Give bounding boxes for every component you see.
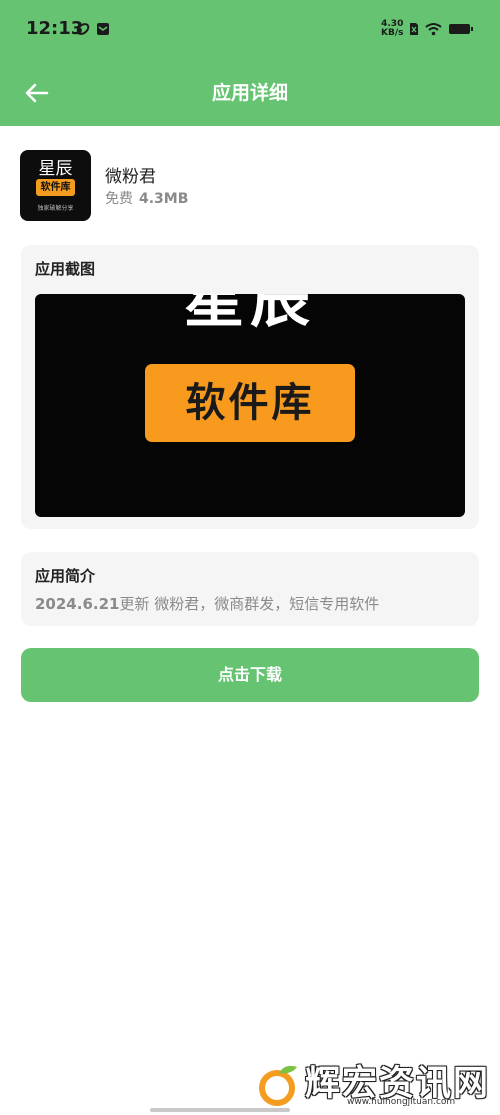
no-sim-icon (410, 23, 418, 35)
watermark: 辉宏资讯网 www.huihongjituan.com (255, 1055, 495, 1111)
orange-logo-icon (259, 1065, 297, 1106)
screenshot-badge: 软件库 (145, 364, 355, 442)
logo-badge: 软件库 (36, 179, 75, 196)
watermark-url: www.huihongjituan.com (347, 1097, 456, 1107)
message-icon (97, 23, 109, 35)
app-notification-icon (76, 23, 90, 35)
network-speed: 4.30 KB/s (381, 20, 403, 38)
intro-date: 2024.6.21 (35, 595, 120, 613)
screenshot-top-text: 星辰 (184, 294, 316, 336)
app-size: 4.3MB (139, 191, 189, 207)
download-button[interactable]: 点击下载 (21, 648, 479, 702)
app-info: 星辰 软件库 独家破解分享 微粉君 免费 4.3MB (20, 150, 480, 222)
intro-body: 更新 微粉君，微商群发，短信专用软件 (119, 595, 380, 613)
status-bar: 12:13 4.30 KB/s (0, 0, 500, 60)
status-time: 12:13 (26, 18, 84, 39)
page-title: 应用详细 (211, 82, 288, 104)
intro-text: 2024.6.21更新 微粉君，微商群发，短信专用软件 (35, 593, 379, 614)
gesture-nav-handle[interactable] (150, 1108, 290, 1112)
app-bar: 应用详细 (0, 60, 500, 126)
screenshots-card: 应用截图 星辰 软件库 (21, 245, 479, 529)
logo-top-text: 星辰 (38, 159, 73, 179)
app-screenshot[interactable]: 星辰 软件库 (35, 294, 465, 517)
intro-card: 应用简介 2024.6.21更新 微粉君，微商群发，短信专用软件 (21, 552, 479, 626)
app-logo: 星辰 软件库 独家破解分享 (20, 150, 91, 221)
app-meta: 免费 4.3MB (105, 188, 188, 208)
intro-title: 应用简介 (35, 567, 96, 585)
screenshots-title: 应用截图 (35, 260, 96, 278)
app-price: 免费 (105, 191, 133, 207)
wifi-icon (425, 23, 442, 36)
net-speed-unit: KB/s (381, 28, 404, 38)
logo-bottom-text: 独家破解分享 (37, 205, 74, 212)
battery-icon (449, 24, 473, 34)
app-name: 微粉君 (105, 167, 156, 187)
